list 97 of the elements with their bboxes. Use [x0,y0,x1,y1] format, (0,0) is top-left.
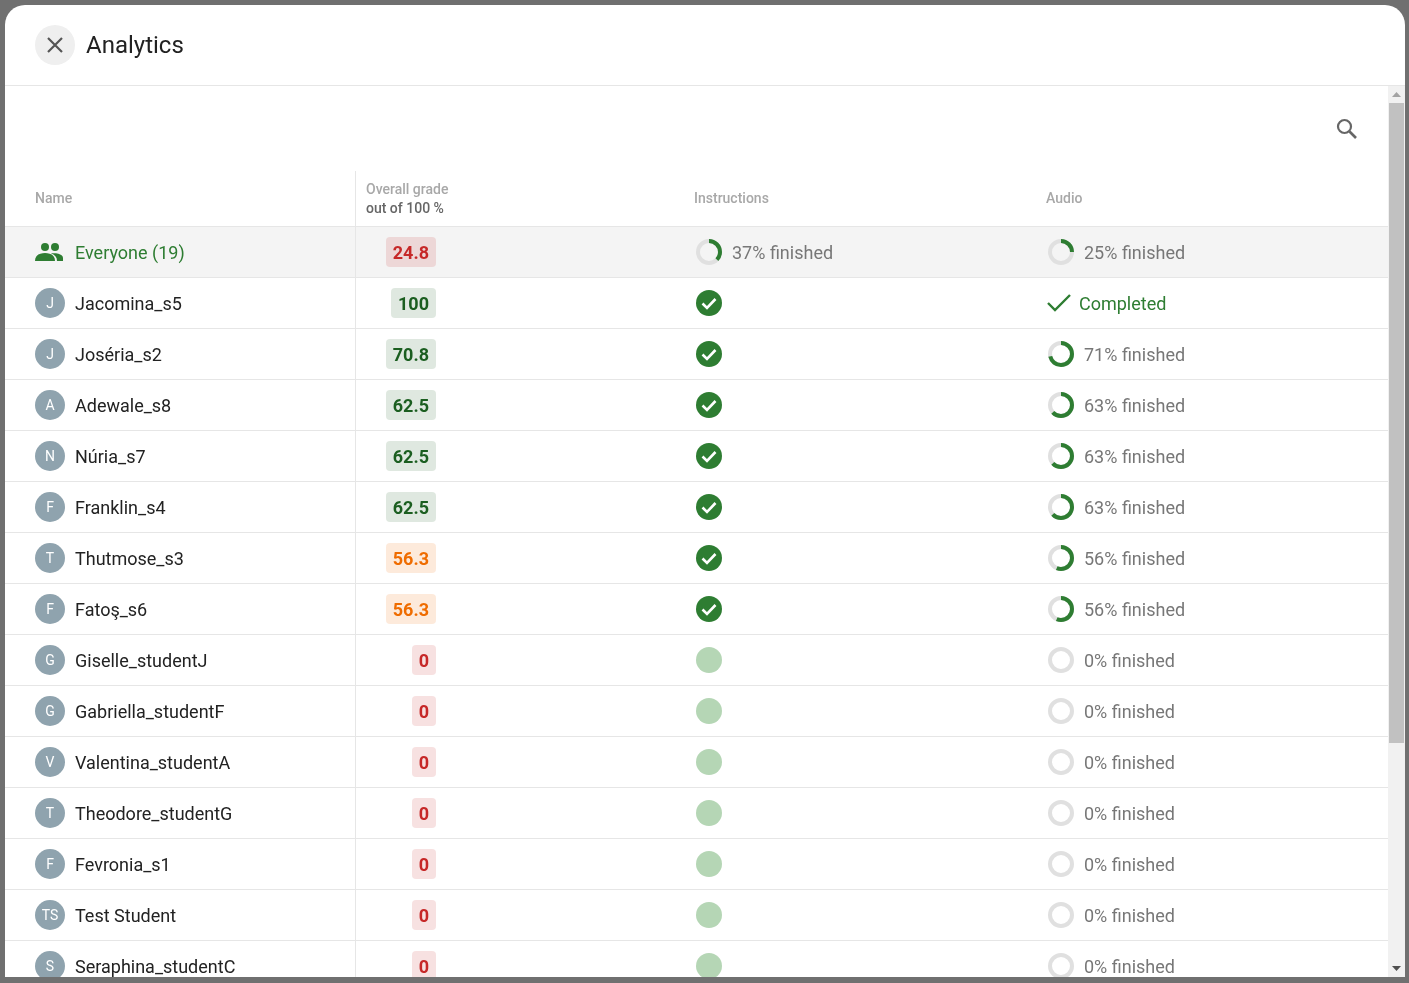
search-icon [1335,116,1359,141]
grade-value: 62.5 [385,492,436,522]
avatar: F [35,849,65,879]
avatar: N [35,441,65,471]
progress-text: 0% finished [1084,903,1175,928]
progress-text: 0% finished [1084,699,1175,724]
grade-value: 62.5 [385,441,436,471]
check-circle-icon [694,492,724,522]
grade-value: 24.8 [385,237,436,267]
scroll-down-icon[interactable] [1392,966,1401,971]
check-circle-icon [694,390,724,420]
check-circle-icon [694,339,724,369]
progress-text: 63% finished [1084,393,1186,418]
progress-ring [1046,237,1076,267]
avatar: S [35,951,65,977]
scrollbar[interactable] [1388,86,1405,977]
student-name[interactable]: Thutmose_s3 [75,544,184,572]
pending-dot [694,798,724,828]
grade-value: 0 [411,696,436,726]
pending-dot [694,849,724,879]
dialog-title: Analytics [86,30,184,61]
grade-value: 100 [391,288,436,318]
avatar: J [35,339,65,369]
progress-ring [1046,849,1076,879]
grade-value: 62.5 [385,390,436,420]
student-name[interactable]: Joséria_s2 [75,340,162,368]
scrollbar-thumb[interactable] [1389,103,1404,743]
progress-text: 56% finished [1084,597,1186,622]
group-name[interactable]: Everyone (19) [75,238,185,266]
progress-text: 71% finished [1084,342,1186,367]
student-name[interactable]: Giselle_studentJ [75,646,208,674]
grade-value: 0 [411,798,436,828]
avatar: TS [35,900,65,930]
grade-value: 0 [411,645,436,675]
grade-value: 70.8 [385,339,436,369]
student-name[interactable]: Jacomina_s5 [75,289,182,317]
student-name[interactable]: Fatoş_s6 [75,595,148,623]
progress-text: 56% finished [1084,546,1186,571]
progress-text: 0% finished [1084,801,1175,826]
progress-ring [1046,543,1076,573]
pending-dot [694,645,724,675]
avatar: V [35,747,65,777]
progress-ring [1046,798,1076,828]
progress-text: 63% finished [1084,444,1186,469]
progress-ring [1046,441,1076,471]
student-name[interactable]: Núria_s7 [75,442,146,470]
grade-value: 56.3 [385,543,436,573]
progress-ring [1046,645,1076,675]
group-icon [35,242,65,262]
close-button[interactable] [35,25,75,65]
grade-value: 0 [411,900,436,930]
student-name[interactable]: Test Student [75,901,177,929]
progress-text: 63% finished [1084,495,1186,520]
progress-ring [1046,900,1076,930]
progress-text: 0% finished [1084,750,1175,775]
progress-ring [1046,390,1076,420]
progress-ring [1046,747,1076,777]
student-name[interactable]: Gabriella_studentF [75,697,225,725]
grade-value: 0 [411,747,436,777]
student-name[interactable]: Seraphina_studentC [75,952,236,977]
progress-ring [1046,594,1076,624]
student-name[interactable]: Fevronia_s1 [75,850,171,878]
progress-ring [1046,492,1076,522]
avatar: G [35,645,65,675]
avatar: T [35,798,65,828]
avatar: F [35,492,65,522]
progress-text: 0% finished [1084,852,1175,877]
student-name[interactable]: Franklin_s4 [75,493,166,521]
avatar: J [35,288,65,318]
progress-ring [694,237,724,267]
grade-value: 0 [411,951,436,977]
pending-dot [694,696,724,726]
check-circle-icon [694,594,724,624]
pending-dot [694,900,724,930]
check-circle-icon [694,441,724,471]
student-name[interactable]: Valentina_studentA [75,748,231,776]
close-icon [46,36,64,54]
student-name[interactable]: Theodore_studentG [75,799,233,827]
avatar: T [35,543,65,573]
progress-ring [1046,339,1076,369]
progress-ring [1046,696,1076,726]
grade-value: 56.3 [385,594,436,624]
pending-dot [694,747,724,777]
check-icon [1046,293,1072,313]
progress-text: 0% finished [1084,648,1175,673]
column-subheader: out of 100 % [366,198,445,218]
avatar: G [35,696,65,726]
grade-value: 0 [411,849,436,879]
progress-text: 25% finished [1084,240,1186,265]
completed-text: Completed [1079,291,1167,316]
check-circle-icon [694,288,724,318]
avatar: A [35,390,65,420]
progress-text: 37% finished [732,240,834,265]
avatar: F [35,594,65,624]
progress-text: 0% finished [1084,954,1175,977]
check-circle-icon [694,543,724,573]
student-name[interactable]: Adewale_s8 [75,391,172,419]
